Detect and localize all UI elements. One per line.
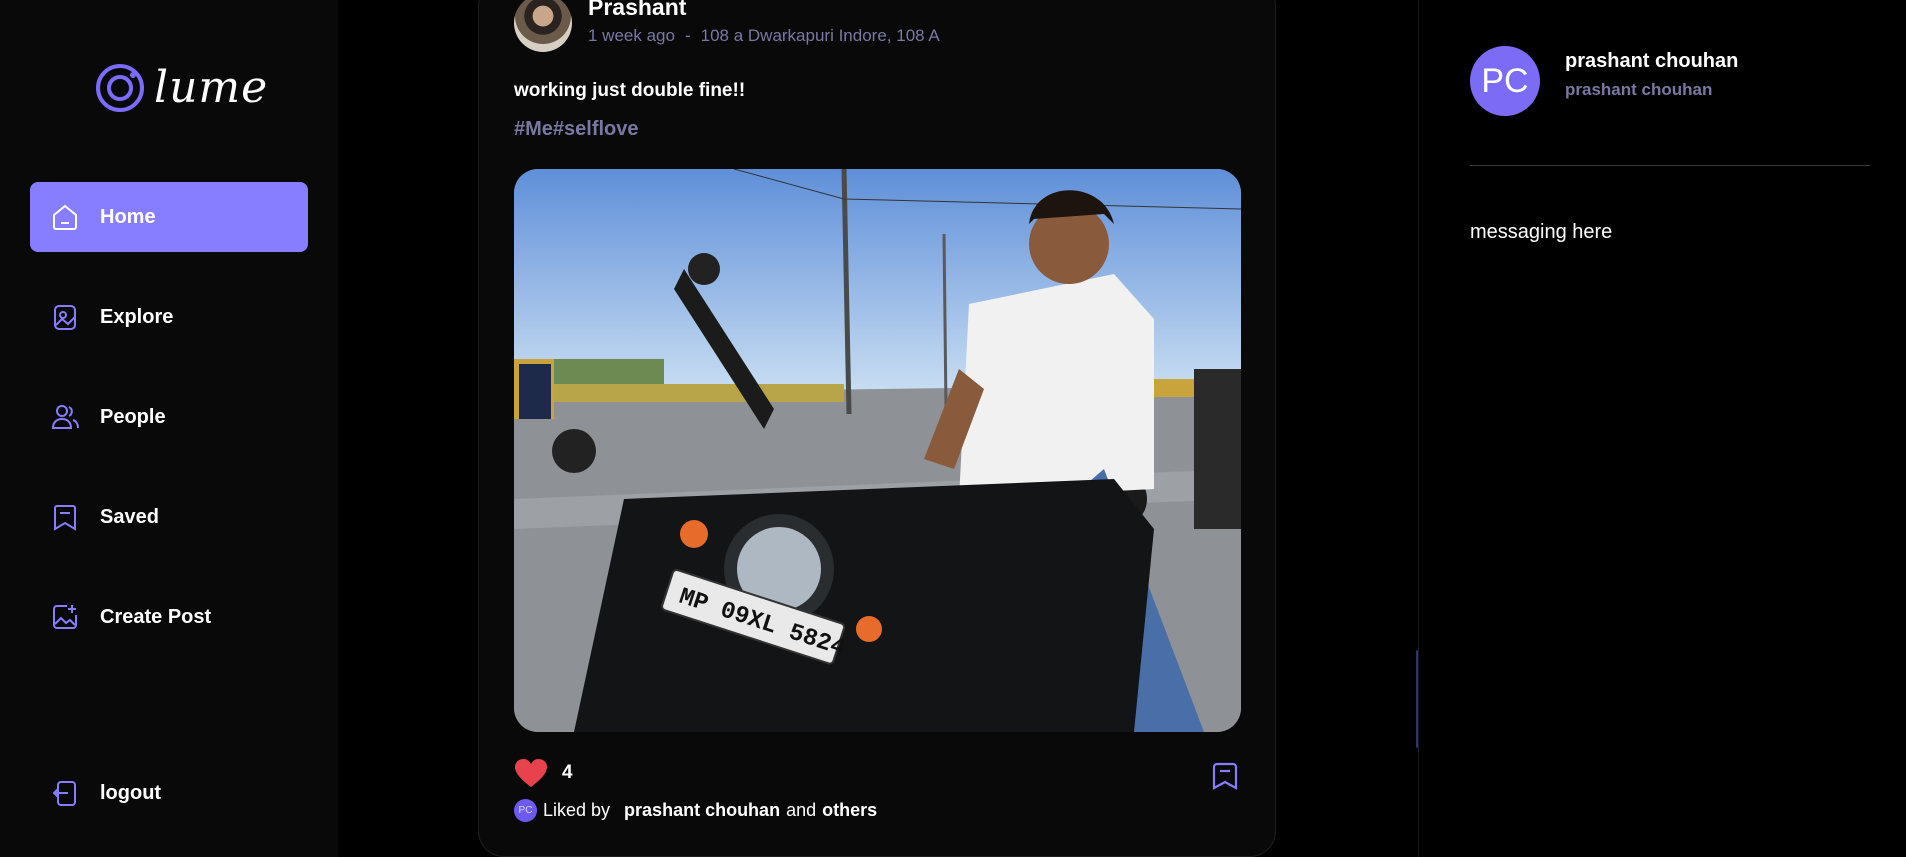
home-icon: [50, 202, 80, 232]
people-icon: [50, 402, 80, 432]
save-post-button[interactable]: [1210, 761, 1240, 791]
post-tags[interactable]: #Me#selflove: [514, 118, 639, 141]
bookmark-icon: [50, 502, 80, 532]
post-time: 1 week ago: [588, 26, 675, 45]
explore-icon: [50, 302, 80, 332]
logout-button[interactable]: logout: [30, 758, 308, 828]
post-photo: MP 09XL 5824: [514, 169, 1241, 732]
logout-icon: [50, 778, 80, 808]
liked-by: PC Liked by prashant chouhan and others: [514, 799, 877, 822]
nav-home-label: Home: [100, 205, 156, 228]
liked-by-name[interactable]: prashant chouhan: [624, 800, 780, 821]
nav-create-post-label: Create Post: [100, 605, 212, 628]
nav-people[interactable]: People: [30, 382, 308, 452]
liker-avatar: PC: [514, 799, 537, 822]
nav-people-label: People: [100, 405, 166, 428]
profile-divider: [1470, 165, 1870, 166]
post-author-name[interactable]: Prashant: [588, 0, 940, 19]
post-location: 108 a Dwarkapuri Indore, 108 A: [700, 26, 940, 45]
profile-name[interactable]: prashant chouhan: [1565, 50, 1738, 73]
liked-by-prefix: Liked by: [543, 800, 611, 820]
post-image[interactable]: MP 09XL 5824: [514, 169, 1241, 732]
create-post-icon: [50, 602, 80, 632]
nav-saved-label: Saved: [100, 505, 159, 528]
nav-explore[interactable]: Explore: [30, 282, 308, 352]
nav-home[interactable]: Home: [30, 182, 308, 252]
post-header: Prashant 1 week ago - 108 a Dwarkapuri I…: [514, 0, 940, 52]
nav-saved[interactable]: Saved: [30, 482, 308, 552]
logout-label: logout: [100, 781, 162, 804]
nav-create-post[interactable]: Create Post: [30, 582, 308, 652]
app-logo[interactable]: lume: [94, 62, 268, 114]
likes-row: 4: [514, 758, 573, 788]
heart-icon[interactable]: [514, 758, 548, 788]
post-meta-separator: -: [684, 26, 691, 45]
messaging-placeholder: messaging here: [1470, 221, 1613, 243]
left-sidebar: lume Home Explore People Saved Create Po…: [0, 0, 338, 857]
profile-username: prashant chouhan: [1565, 80, 1713, 99]
bookmark-icon: [1212, 762, 1238, 790]
author-avatar[interactable]: [514, 0, 572, 52]
profile-avatar[interactable]: PC: [1470, 46, 1540, 116]
liked-by-others[interactable]: others: [822, 800, 877, 821]
liked-by-and: and: [786, 800, 817, 820]
app-name: lume: [154, 62, 269, 113]
right-panel: [1418, 0, 1906, 857]
post-meta: 1 week ago - 108 a Dwarkapuri Indore, 10…: [588, 26, 940, 46]
post-caption: working just double fine!!: [514, 80, 746, 101]
nav-explore-label: Explore: [100, 305, 174, 328]
logo-icon: [96, 64, 144, 112]
like-count: 4: [562, 762, 573, 783]
